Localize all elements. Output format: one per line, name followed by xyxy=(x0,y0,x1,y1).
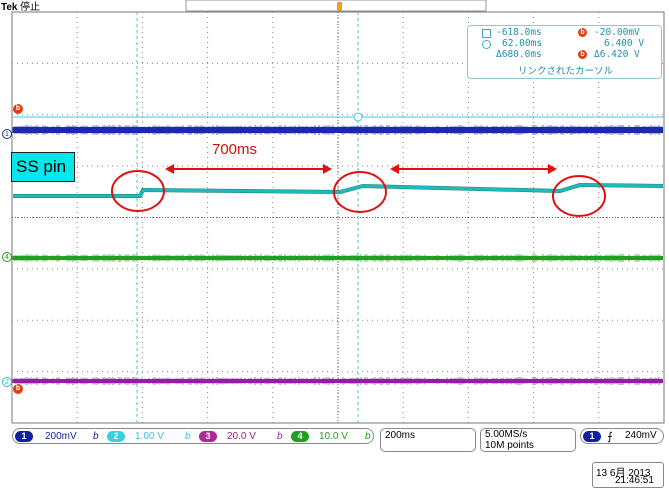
interval-arrow-1-head-left xyxy=(165,164,174,174)
acquisition-state: 停止 xyxy=(20,0,40,13)
datetime-box: 13 6月 2013 21:46:51 xyxy=(592,462,664,488)
trigger-box[interactable]: 1 ⨍ 240mV xyxy=(580,428,664,444)
sample-rate: 5.00MS/s xyxy=(485,429,528,440)
cursor-a-time: -618.0ms xyxy=(496,27,542,38)
delta-marker-icon: b xyxy=(578,50,587,59)
reference-b-marker-lower[interactable]: b xyxy=(13,384,23,394)
ch1-scale[interactable]: 200mV xyxy=(45,430,77,443)
delta-time: Δ680.0ms xyxy=(496,49,542,60)
cursor-a-square-icon xyxy=(482,29,491,38)
record-length: 10M points xyxy=(485,440,534,451)
ch4-scale[interactable]: 10.0 V xyxy=(319,430,348,443)
delta-voltage: Δ6.420 V xyxy=(594,49,640,60)
trigger-level: 240mV xyxy=(625,430,657,441)
ch1-bw-icon: b xyxy=(93,431,99,442)
ch2-marker[interactable]: 2 xyxy=(2,377,12,387)
acquisition-box[interactable]: 5.00MS/s 10M points xyxy=(480,428,576,452)
ch3-scale[interactable]: 20.0 V xyxy=(227,430,256,443)
ch4-marker[interactable]: 4 xyxy=(2,252,12,262)
cursor-handle xyxy=(353,112,363,122)
cursor-b-voltage: 6.400 V xyxy=(604,38,645,49)
horizontal-scale: 200ms xyxy=(385,430,416,441)
interval-arrow-2-head-left xyxy=(390,164,399,174)
ch2-bw-icon: b xyxy=(185,431,191,442)
cursor-a-voltage: -20.00mV xyxy=(594,27,640,38)
time-label: 21:46:51 xyxy=(615,475,654,486)
ch2-badge[interactable]: 2 xyxy=(107,431,125,442)
cursor-readout-panel: -618.0ms b -20.00mV 62.00ms 6.400 V Δ680… xyxy=(467,25,662,79)
rising-edge-icon: ⨍ xyxy=(607,431,613,443)
cursor-b-marker-icon: b xyxy=(578,28,587,37)
channel-settings-bar: 1 200mV b 2 1.00 V b 3 20.0 V b 4 10.0 V… xyxy=(12,428,374,444)
linked-cursors-label: リンクされたカーソル xyxy=(518,66,614,77)
ss-pin-label: SS pin xyxy=(11,152,75,182)
interval-annotation: 700ms xyxy=(212,141,257,158)
ch3-badge[interactable]: 3 xyxy=(199,431,217,442)
cursor-b-circle-icon xyxy=(482,40,491,49)
ch4-badge[interactable]: 4 xyxy=(291,431,309,442)
status-bar: 1 200mV b 2 1.00 V b 3 20.0 V b 4 10.0 V… xyxy=(12,428,664,452)
ch1-badge[interactable]: 1 xyxy=(15,431,33,442)
top-tab xyxy=(185,0,487,12)
brand-label: Tek xyxy=(1,2,18,13)
interval-arrow-1-head-right xyxy=(323,164,332,174)
trigger-source-badge: 1 xyxy=(583,431,601,442)
ch3-bw-icon: b xyxy=(277,431,283,442)
ch1-marker[interactable]: 1 xyxy=(2,129,12,139)
cursor-b-time: 62.00ms xyxy=(502,38,543,49)
highlight-circle xyxy=(552,175,606,217)
ch4-bw-icon: b xyxy=(365,431,371,442)
trigger-position-marker xyxy=(337,2,342,11)
reference-b-marker[interactable]: b xyxy=(13,104,23,114)
timebase-box[interactable]: 200ms xyxy=(380,428,476,452)
ch2-scale[interactable]: 1.00 V xyxy=(135,430,164,443)
interval-arrow-2-head-right xyxy=(548,164,557,174)
